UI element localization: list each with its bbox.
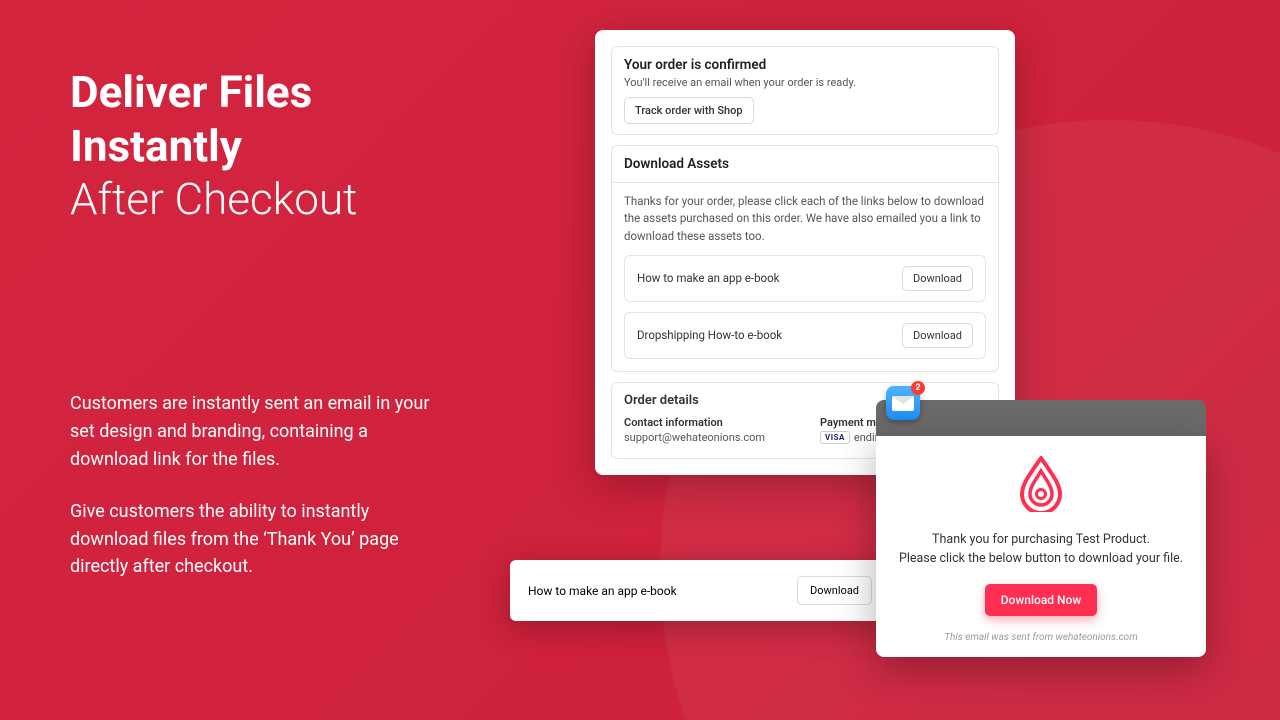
order-confirmed-card: Your order is confirmed You'll receive a… <box>611 46 999 135</box>
asset-name: How to make an app e-book <box>637 271 780 285</box>
email-thank-you: Thank you for purchasing Test Product. <box>894 532 1188 547</box>
headline-line-1: Deliver Files <box>70 66 357 120</box>
contact-info-label: Contact information <box>624 416 790 429</box>
visa-badge: VISA <box>820 431 850 444</box>
drop-logo-icon <box>1018 456 1064 512</box>
headline: Deliver Files Instantly After Checkout <box>70 66 357 227</box>
track-order-button[interactable]: Track order with Shop <box>624 97 754 124</box>
mail-app-icon: 2 <box>886 386 920 420</box>
download-assets-title: Download Assets <box>612 146 998 183</box>
download-button[interactable]: Download <box>797 576 872 605</box>
headline-line-2: Instantly <box>70 120 357 174</box>
download-button[interactable]: Download <box>902 323 973 348</box>
contact-info-value: support@wehateonions.com <box>624 431 790 444</box>
order-confirmed-subtext: You'll receive an email when your order … <box>624 76 986 89</box>
email-preview: 2 Thank you for purchasing Test Product.… <box>876 400 1206 657</box>
envelope-icon <box>892 396 914 411</box>
floating-asset-row: How to make an app e-book Download <box>510 560 890 621</box>
download-button[interactable]: Download <box>902 266 973 291</box>
download-now-button[interactable]: Download Now <box>985 584 1098 616</box>
download-assets-intro: Thanks for your order, please click each… <box>612 183 998 255</box>
body-copy: Customers are instantly sent an email in… <box>70 390 450 581</box>
asset-name: Dropshipping How-to e-book <box>637 328 782 342</box>
asset-row: How to make an app e-book Download <box>624 255 986 302</box>
mail-badge: 2 <box>911 381 925 395</box>
asset-name: How to make an app e-book <box>528 584 677 598</box>
body-para-1: Customers are instantly sent an email in… <box>70 390 450 474</box>
email-window-chrome <box>876 400 1206 436</box>
order-confirmed-title: Your order is confirmed <box>624 57 986 73</box>
asset-row: Dropshipping How-to e-book Download <box>624 312 986 359</box>
email-instruction: Please click the below button to downloa… <box>894 551 1188 566</box>
body-para-2: Give customers the ability to instantly … <box>70 498 450 582</box>
email-footer: This email was sent from wehateonions.co… <box>894 632 1188 643</box>
download-assets-card: Download Assets Thanks for your order, p… <box>611 145 999 372</box>
headline-line-3: After Checkout <box>70 173 357 225</box>
